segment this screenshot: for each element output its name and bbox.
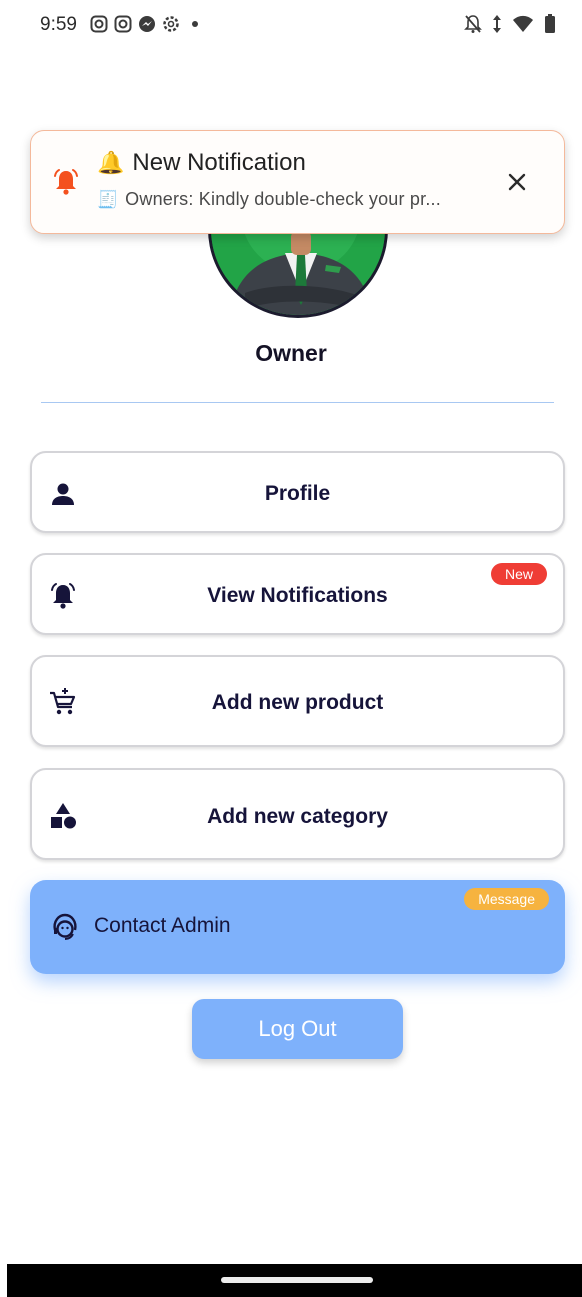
receipt-emoji-icon: 🧾 — [97, 189, 119, 209]
contact-admin-button[interactable]: Contact Admin Message — [30, 880, 565, 974]
status-bar: 9:59 — [0, 0, 582, 52]
contact-admin-label: Contact Admin — [94, 914, 231, 937]
data-arrows-icon — [492, 14, 502, 39]
profile-button-label: Profile — [264, 482, 331, 505]
new-badge: New — [490, 563, 547, 585]
divider — [41, 402, 554, 403]
message-badge: Message — [464, 888, 549, 910]
toast-body-row: 🧾 Owners: Kindly double-check your pr... — [97, 189, 441, 210]
add-new-category-button[interactable]: Add new category — [30, 768, 565, 860]
profile-name: Owner — [255, 340, 327, 366]
wifi-icon — [512, 15, 534, 38]
log-out-label: Log Out — [258, 1016, 337, 1041]
add-new-product-button[interactable]: Add new product — [30, 655, 565, 747]
status-icons-right — [464, 14, 556, 39]
bell-emoji-icon: 🔔 — [97, 150, 125, 175]
view-notifications-label: View Notifications — [207, 584, 388, 607]
add-new-category-label: Add new category — [207, 805, 388, 828]
support-agent-icon — [50, 912, 80, 942]
notifications-off-icon — [464, 14, 482, 39]
toast-body: Owners: Kindly double-check your pr... — [125, 189, 441, 209]
log-out-button[interactable]: Log Out — [192, 999, 403, 1059]
add-new-product-label: Add new product — [211, 691, 384, 714]
dot-icon — [192, 21, 198, 27]
close-icon[interactable] — [504, 169, 530, 195]
battery-icon — [544, 14, 556, 39]
status-time: 9:59 — [40, 14, 77, 35]
settings-cog-icon — [162, 15, 180, 33]
instagram-icon — [114, 15, 132, 33]
system-navigation-bar — [7, 1264, 582, 1297]
notification-toast[interactable]: 🔔 New Notification 🧾 Owners: Kindly doub… — [30, 130, 565, 234]
view-notifications-button[interactable]: View Notifications New — [30, 553, 565, 635]
status-icons-left — [90, 15, 198, 33]
messenger-icon — [138, 15, 156, 33]
ringing-bell-icon — [51, 167, 81, 197]
toast-title-row: 🔔 New Notification — [97, 149, 306, 177]
instagram-icon — [90, 15, 108, 33]
home-gesture-handle[interactable] — [221, 1277, 373, 1283]
toast-title: New Notification — [132, 149, 306, 176]
profile-button[interactable]: Profile — [30, 451, 565, 533]
